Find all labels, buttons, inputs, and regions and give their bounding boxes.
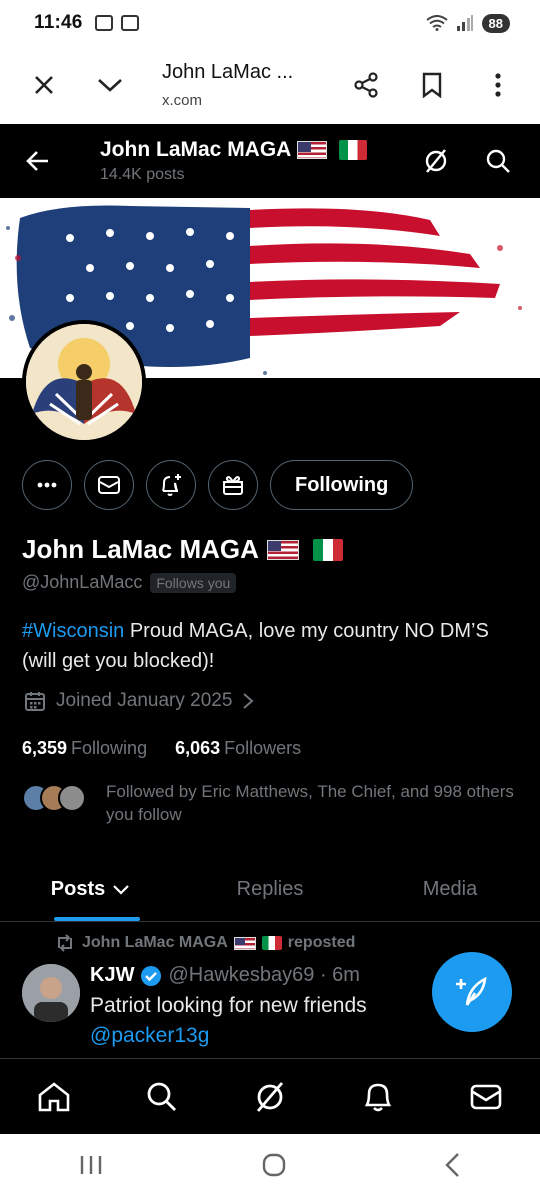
followers-count-link[interactable]: 6,063 Followers: [175, 738, 301, 759]
profile-actions: Following: [22, 460, 414, 510]
post-text: Patriot looking for new friends: [90, 994, 367, 1017]
tab-media[interactable]: Media: [360, 858, 540, 921]
bell-plus-icon: [162, 474, 181, 496]
share-icon[interactable]: [344, 63, 388, 107]
followers-count: 6,063: [175, 738, 221, 758]
home-icon[interactable]: [24, 1067, 84, 1127]
followed-by-text: Followed by Eric Matthews, The Chief, an…: [106, 782, 514, 824]
post-mention-link[interactable]: @packer13g: [90, 1024, 209, 1048]
us-flag-icon: [266, 539, 299, 560]
browser-title-area[interactable]: John LaMac ... x.com: [162, 61, 344, 109]
following-count-link[interactable]: 6,359 Following: [22, 738, 147, 759]
post-handle-time: @Hawkesbay69 · 6m: [168, 964, 360, 986]
grok-icon[interactable]: [240, 1067, 300, 1127]
feather-plus-icon: [456, 976, 487, 1006]
search-icon[interactable]: [132, 1067, 192, 1127]
profile-bio: #Wisconsin Proud MAGA, love my country N…: [22, 616, 512, 676]
chevron-down-icon: [113, 884, 130, 895]
bio-hashtag-link[interactable]: #Wisconsin: [22, 620, 124, 642]
signal-icon: [456, 15, 473, 31]
calendar-icon: [25, 692, 45, 711]
profile-tabs: Posts Replies Media: [0, 858, 540, 922]
verified-badge-icon: [141, 965, 162, 986]
message-button[interactable]: [84, 460, 134, 510]
system-navigation-bar: [0, 1134, 540, 1200]
italy-flag-icon: [312, 538, 343, 561]
following-label: Following: [71, 738, 148, 758]
chevron-right-icon: [243, 693, 254, 709]
us-flag-icon: [297, 141, 328, 159]
browser-toolbar: John LaMac ... x.com: [0, 46, 540, 124]
italy-flag-icon: [261, 936, 282, 950]
tab-replies[interactable]: Replies: [180, 858, 360, 921]
screenshot-icon: [94, 15, 113, 31]
profile-handle: @JohnLaMacc: [22, 572, 143, 592]
bookmark-icon[interactable]: [410, 63, 454, 107]
tab-replies-label: Replies: [236, 878, 304, 900]
followers-label: Followers: [224, 738, 302, 758]
following-button[interactable]: Following: [270, 460, 414, 510]
calendar-icon: [120, 15, 139, 31]
profile-header-name: John LaMac MAGA: [100, 138, 292, 161]
tab-posts-label: Posts: [50, 878, 106, 900]
battery-indicator: 88: [481, 13, 510, 33]
profile-display-name-row: John LaMac MAGA: [22, 534, 343, 565]
chevron-down-icon[interactable]: [88, 63, 132, 107]
status-bar: 11:46 88: [0, 0, 540, 46]
post-author-name[interactable]: KJW: [90, 964, 134, 987]
home-circle-icon[interactable]: [261, 1152, 287, 1183]
joined-row[interactable]: Joined January 2025: [24, 690, 254, 712]
compose-post-button[interactable]: [432, 952, 512, 1032]
follow-counts: 6,359 Following 6,063 Followers: [22, 738, 301, 759]
reposted-label: reposted: [287, 934, 356, 951]
profile-header-titles: John LaMac MAGA 14.4K posts: [100, 138, 416, 184]
us-flag-icon: [233, 936, 256, 950]
messages-envelope-icon[interactable]: [456, 1067, 516, 1127]
profile-avatar[interactable]: [22, 320, 146, 444]
avatar: [58, 784, 86, 812]
repost-indicator: John LaMac MAGA reposted: [54, 934, 355, 952]
mutual-avatars: [22, 784, 86, 812]
post-author-avatar[interactable]: [22, 964, 80, 1022]
tab-media-label: Media: [422, 878, 478, 900]
bottom-navigation: [0, 1058, 540, 1134]
joined-date: Joined January 2025: [56, 690, 233, 711]
system-back-icon[interactable]: [444, 1152, 462, 1183]
page-title: John LaMac ...: [162, 61, 294, 83]
handle-row: @JohnLaMacc Follows you: [22, 572, 237, 593]
gift-icon: [223, 476, 243, 495]
page-url: x.com: [162, 92, 203, 109]
close-icon[interactable]: [22, 63, 66, 107]
more-vertical-icon[interactable]: [476, 63, 520, 107]
notify-button[interactable]: [146, 460, 196, 510]
recent-apps-icon[interactable]: [78, 1154, 104, 1181]
search-icon[interactable]: [478, 141, 518, 181]
italy-flag-icon: [339, 140, 368, 160]
following-count: 6,359: [22, 738, 68, 758]
more-options-button[interactable]: [22, 460, 72, 510]
post-header: KJW @Hawkesbay69 · 6m: [90, 964, 360, 987]
wifi-icon: [425, 15, 448, 31]
notifications-bell-icon[interactable]: [348, 1067, 408, 1127]
follows-you-badge: Follows you: [150, 572, 237, 593]
reposter-name[interactable]: John LaMac MAGA: [82, 934, 228, 952]
status-time: 11:46: [34, 12, 83, 33]
followed-by-row[interactable]: Followed by Eric Matthews, The Chief, an…: [22, 780, 516, 826]
profile-header-name-row: John LaMac MAGA: [100, 138, 416, 162]
profile-header-bar: John LaMac MAGA 14.4K posts: [0, 124, 540, 198]
envelope-icon: [98, 476, 120, 494]
subscribe-gift-button[interactable]: [208, 460, 258, 510]
repost-icon: [58, 934, 72, 952]
tab-posts[interactable]: Posts: [0, 858, 180, 921]
grok-icon[interactable]: [416, 141, 456, 181]
profile-display-name: John LaMac MAGA: [22, 534, 259, 564]
profile-post-count: 14.4K posts: [100, 166, 185, 183]
back-arrow-icon[interactable]: [18, 141, 58, 181]
